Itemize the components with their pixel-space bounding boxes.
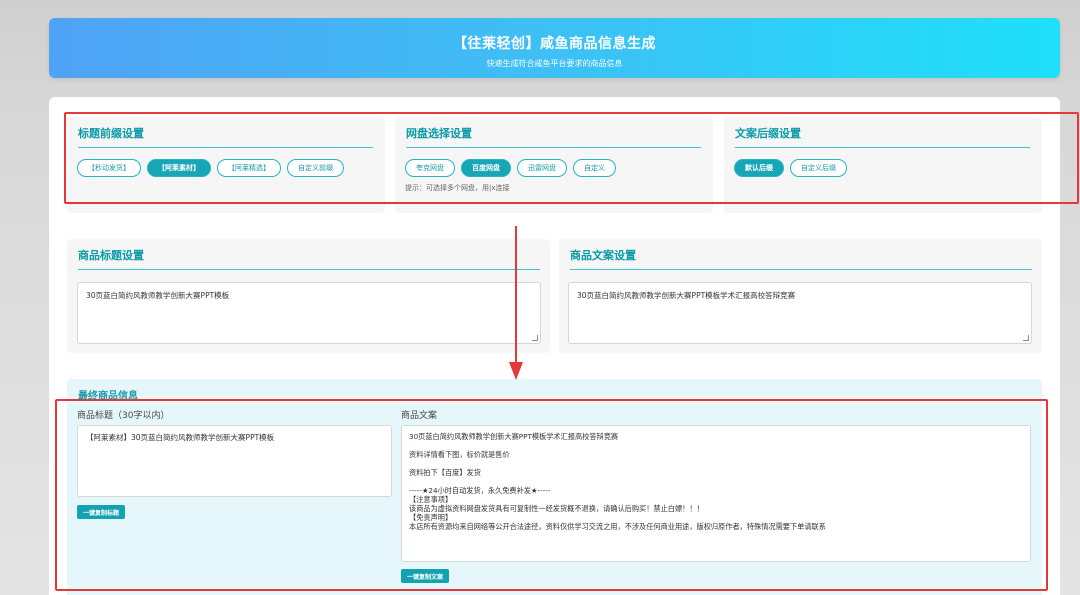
suffix-settings-title: 文案后缀设置 <box>735 125 1030 148</box>
netdisk-option-3[interactable]: 自定义 <box>573 159 616 177</box>
desc-line: 资料拍下【百度】发货 <box>409 468 481 477</box>
prefix-option-1[interactable]: 【阿莱素材】 <box>147 159 211 177</box>
app-subtitle: 快速生成符合咸鱼平台要求的商品信息 <box>486 59 623 68</box>
copy-title-button[interactable]: 一键复制标题 <box>77 505 126 519</box>
desc-line: 资料详情看下图，标价就是售价 <box>409 450 510 459</box>
product-desc-heading: 商品文案设置 <box>570 247 1032 270</box>
app-title: 【往莱轻创】咸鱼商品信息生成 <box>453 36 656 52</box>
prefix-option-0[interactable]: 【秒动发货】 <box>77 159 141 177</box>
product-title-heading: 商品标题设置 <box>78 247 540 270</box>
netdisk-option-0[interactable]: 夸克网盘 <box>405 159 455 177</box>
copy-desc-button[interactable]: 一键复制文案 <box>401 569 450 583</box>
desc-line: -----★24小时自动发货，永久免费补发★----- <box>409 486 551 495</box>
final-info-title: 最终商品信息 <box>78 391 138 402</box>
suffix-option-0[interactable]: 默认后缀 <box>734 159 784 177</box>
resize-handle-icon[interactable] <box>532 335 538 341</box>
prefix-settings-title: 标题前缀设置 <box>78 125 373 148</box>
final-desc-output[interactable]: 30页蓝白简约风教师教学创新大赛PPT模板学术汇报高校答辩竞赛 资料详情看下图，标… <box>401 425 1031 562</box>
final-title-output[interactable]: 【阿莱素材】30页蓝白简约风教师教学创新大赛PPT模板 <box>77 425 392 497</box>
prefix-option-2[interactable]: 【阿莱精选】 <box>217 159 281 177</box>
desc-line: 该商品为虚拟资料网盘发货具有可复制性一经发货概不退换，请确认后购买！禁止白嫖！！… <box>409 504 704 513</box>
product-desc-card: 商品文案设置 30页蓝白简约风教师教学创新大赛PPT模板学术汇报高校答辩竞赛 <box>559 239 1042 353</box>
prefix-options: 【秒动发货】 【阿莱素材】 【阿莱精选】 自定义前缀 <box>77 159 344 177</box>
resize-handle-icon[interactable] <box>1023 335 1029 341</box>
desc-line: 【免责声明】 <box>409 513 453 522</box>
netdisk-options: 夸克网盘 百度网盘 迅雷网盘 自定义 <box>405 159 616 177</box>
desc-line: 【注意事项】 <box>409 495 453 504</box>
netdisk-settings-title: 网盘选择设置 <box>406 125 701 148</box>
product-title-input[interactable]: 30页蓝白简约风教师教学创新大赛PPT模板 <box>77 282 541 344</box>
annotation-arrow-icon <box>509 226 523 380</box>
final-desc-label: 商品文案 <box>401 411 438 421</box>
final-title-value: 【阿莱素材】30页蓝白简约风教师教学创新大赛PPT模板 <box>86 433 275 442</box>
final-info-panel: 最终商品信息 商品标题（30字以内） 【阿莱素材】30页蓝白简约风教师教学创新大… <box>67 379 1042 595</box>
netdisk-option-1[interactable]: 百度网盘 <box>461 159 511 177</box>
product-desc-value: 30页蓝白简约风教师教学创新大赛PPT模板学术汇报高校答辩竞赛 <box>577 291 796 300</box>
suffix-option-1[interactable]: 自定义后缀 <box>790 159 847 177</box>
app-header: 【往莱轻创】咸鱼商品信息生成 快速生成符合咸鱼平台要求的商品信息 <box>49 18 1060 78</box>
desc-line: 本店所有资源均来自网络等公开合法途径，资料仅供学习交流之用，不涉及任何商业用途，… <box>409 522 826 531</box>
suffix-settings-card: 文案后缀设置 默认后缀 自定义后缀 <box>724 117 1042 213</box>
netdisk-settings-card: 网盘选择设置 夸克网盘 百度网盘 迅雷网盘 自定义 提示：可选择多个网盘，用|x连接 <box>395 117 713 213</box>
desc-line <box>409 441 1023 450</box>
product-desc-input[interactable]: 30页蓝白简约风教师教学创新大赛PPT模板学术汇报高校答辩竞赛 <box>568 282 1032 344</box>
suffix-options: 默认后缀 自定义后缀 <box>734 159 847 177</box>
prefix-settings-card: 标题前缀设置 【秒动发货】 【阿莱素材】 【阿莱精选】 自定义前缀 <box>67 117 385 213</box>
desc-line <box>409 477 1023 486</box>
product-title-value: 30页蓝白简约风教师教学创新大赛PPT模板 <box>86 291 230 300</box>
desc-line: 30页蓝白简约风教师教学创新大赛PPT模板学术汇报高校答辩竞赛 <box>409 432 619 441</box>
netdisk-hint: 提示：可选择多个网盘，用|x连接 <box>405 184 510 192</box>
main-panel: 标题前缀设置 【秒动发货】 【阿莱素材】 【阿莱精选】 自定义前缀 网盘选择设置 夸克… <box>49 97 1060 595</box>
product-title-card: 商品标题设置 30页蓝白简约风教师教学创新大赛PPT模板 <box>67 239 550 353</box>
final-title-label: 商品标题（30字以内） <box>77 411 170 421</box>
desc-line <box>409 459 1023 468</box>
prefix-option-3[interactable]: 自定义前缀 <box>287 159 344 177</box>
netdisk-option-2[interactable]: 迅雷网盘 <box>517 159 567 177</box>
